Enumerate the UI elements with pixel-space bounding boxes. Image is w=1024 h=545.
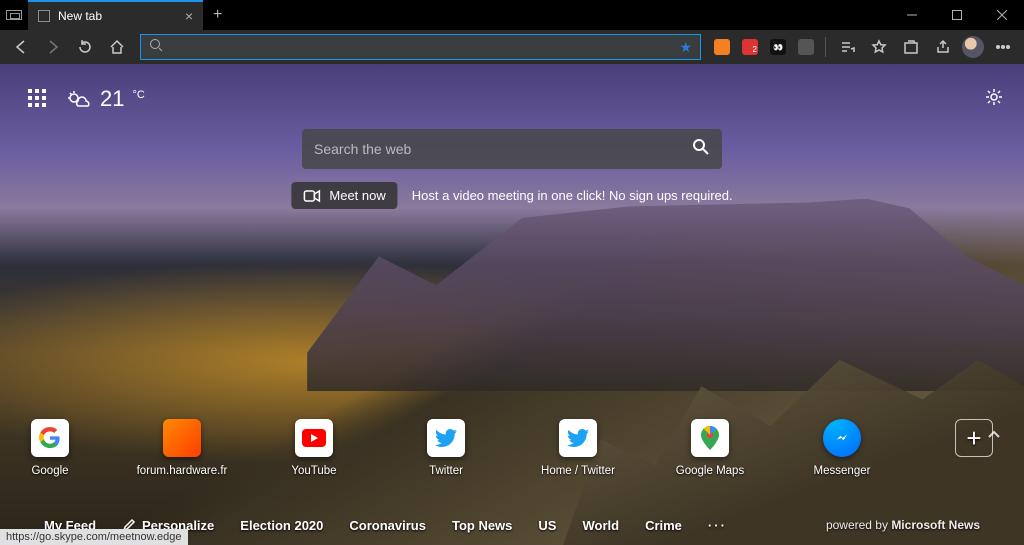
weather-temperature: 21 [100, 86, 124, 112]
maximize-icon [952, 10, 962, 20]
app-launcher-button[interactable] [28, 89, 48, 109]
web-search-input[interactable] [314, 141, 682, 157]
close-tab-button[interactable]: × [185, 8, 193, 24]
twitter-tile-icon [427, 419, 465, 457]
nav-home-button[interactable] [102, 32, 132, 62]
nav-back-button[interactable] [6, 32, 36, 62]
address-input[interactable] [163, 40, 679, 55]
quick-link-messenger[interactable]: Messenger [794, 419, 890, 477]
feed-link[interactable]: Crime [645, 518, 682, 533]
feed-link[interactable]: World [582, 518, 619, 533]
quick-link-hardwarefr[interactable]: forum.hardware.fr [134, 419, 230, 477]
extension-button-3[interactable]: 👀 [765, 34, 791, 60]
google-maps-tile-icon [691, 419, 729, 457]
extension-icon [798, 39, 814, 55]
feed-link[interactable]: Election 2020 [240, 518, 323, 533]
app-menu-button[interactable] [988, 32, 1018, 62]
collections-button[interactable] [896, 32, 926, 62]
youtube-tile-icon [295, 419, 333, 457]
share-button[interactable] [928, 32, 958, 62]
toolbar-separator [825, 37, 826, 57]
web-search-box[interactable] [302, 129, 722, 169]
extension-badge-icon: 2 [742, 39, 758, 55]
quick-link-google[interactable]: Google [2, 419, 98, 477]
weather-partly-cloudy-icon [66, 89, 92, 109]
window-maximize-button[interactable] [934, 0, 979, 30]
collections-icon [903, 39, 919, 55]
list-music-icon [839, 39, 855, 55]
arrow-left-icon [13, 39, 29, 55]
feed-link[interactable]: Top News [452, 518, 512, 533]
meet-now-label: Meet now [329, 188, 385, 203]
google-tile-icon [31, 419, 69, 457]
quick-link-label [972, 465, 975, 477]
quick-links-row: Google forum.hardware.fr YouTube Twitter… [0, 419, 1024, 477]
web-search-submit[interactable] [682, 138, 710, 161]
star-plus-icon [871, 39, 887, 55]
quick-link-add[interactable]: + [926, 419, 1022, 477]
feed-attribution: powered by Microsoft News [826, 518, 980, 532]
background-mountain [307, 199, 1024, 391]
quick-link-label: Google Maps [676, 465, 744, 477]
refresh-icon [77, 39, 93, 55]
quick-link-label: forum.hardware.fr [137, 465, 228, 477]
new-tab-page: 21 °C Meet now Host a video meeting in o… [0, 64, 1024, 545]
profile-button[interactable] [960, 34, 986, 60]
search-icon [149, 38, 163, 57]
new-tab-button[interactable]: + [203, 0, 232, 30]
favorites-button[interactable] [864, 32, 894, 62]
reading-list-button[interactable] [832, 32, 862, 62]
tab-actions-icon[interactable] [6, 10, 22, 20]
video-camera-icon [303, 189, 321, 203]
minimize-icon [907, 10, 917, 20]
nav-forward-button[interactable] [38, 32, 68, 62]
feed-more-button[interactable]: ··· [708, 518, 727, 533]
gear-icon [984, 87, 1004, 107]
hardwarefr-tile-icon [163, 419, 201, 457]
nav-refresh-button[interactable] [70, 32, 100, 62]
ellipsis-icon [995, 39, 1011, 55]
extension-icon [714, 39, 730, 55]
extension-button-4[interactable] [793, 34, 819, 60]
quick-link-youtube[interactable]: YouTube [266, 419, 362, 477]
favorite-star-button[interactable]: ★ [679, 39, 692, 56]
arrow-right-icon [45, 39, 61, 55]
meet-now-caption: Host a video meeting in one click! No si… [412, 188, 733, 203]
quick-link-twitter-home[interactable]: Home / Twitter [530, 419, 626, 477]
avatar-icon [962, 36, 984, 58]
share-icon [935, 39, 951, 55]
extension-button-1[interactable] [709, 34, 735, 60]
address-bar[interactable]: ★ [140, 34, 701, 60]
twitter-tile-icon [559, 419, 597, 457]
weather-widget[interactable]: 21 °C [66, 86, 145, 112]
quick-link-label: YouTube [291, 465, 336, 477]
search-icon [692, 138, 710, 156]
tab-active[interactable]: New tab × [28, 0, 203, 30]
quick-link-google-maps[interactable]: Google Maps [662, 419, 758, 477]
close-icon [997, 10, 1007, 20]
feed-link[interactable]: US [538, 518, 556, 533]
quick-link-label: Twitter [429, 465, 463, 477]
meet-now-button[interactable]: Meet now [291, 182, 397, 209]
tab-strip-leading [0, 0, 28, 30]
page-settings-button[interactable] [984, 87, 1004, 112]
quick-link-twitter[interactable]: Twitter [398, 419, 494, 477]
tab-favicon-icon [38, 10, 50, 22]
messenger-tile-icon [823, 419, 861, 457]
weather-unit: °C [132, 89, 144, 101]
feed-link[interactable]: Coronavirus [349, 518, 426, 533]
titlebar-drag-region [232, 0, 889, 30]
plus-icon: + [955, 419, 993, 457]
tab-title: New tab [58, 9, 102, 23]
quick-link-label: Google [31, 465, 68, 477]
status-bar-link: https://go.skype.com/meetnow.edge [0, 529, 188, 545]
quick-link-label: Home / Twitter [541, 465, 615, 477]
window-minimize-button[interactable] [889, 0, 934, 30]
extension-button-2[interactable]: 2 [737, 34, 763, 60]
window-close-button[interactable] [979, 0, 1024, 30]
quick-link-label: Messenger [814, 465, 871, 477]
extension-icon: 👀 [770, 39, 786, 55]
home-icon [109, 39, 125, 55]
